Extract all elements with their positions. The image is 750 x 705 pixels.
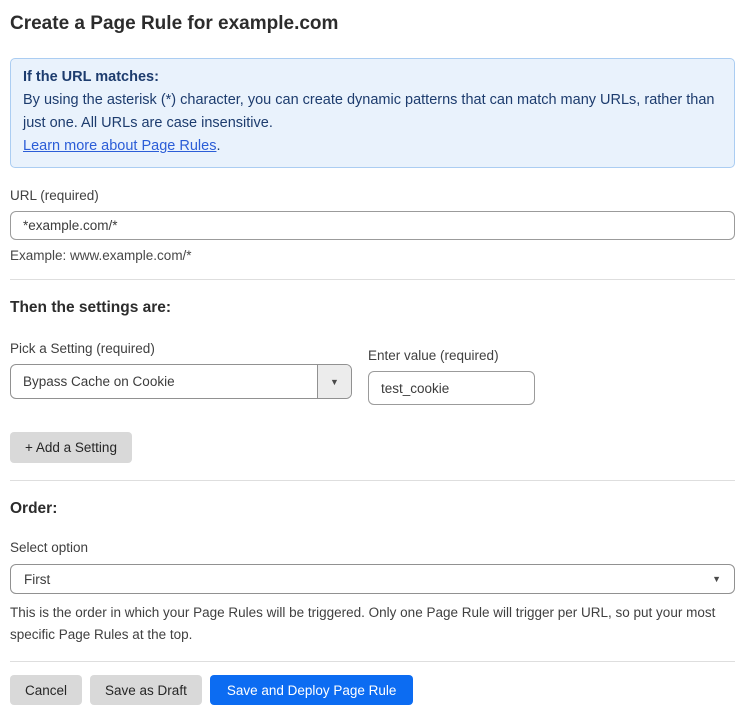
info-box-link-line: Learn more about Page Rules. <box>23 135 722 158</box>
save-and-deploy-button[interactable]: Save and Deploy Page Rule <box>210 675 414 705</box>
chevron-down-icon: ▼ <box>330 377 339 387</box>
setting-value-label: Enter value (required) <box>368 348 535 364</box>
divider <box>10 480 735 481</box>
order-select-label: Select option <box>10 540 735 556</box>
info-box-heading: If the URL matches: <box>23 66 722 89</box>
setting-select-arrow-button[interactable]: ▼ <box>317 365 351 398</box>
setting-value-group: Enter value (required) <box>368 348 535 405</box>
url-input[interactable] <box>10 211 735 240</box>
page-title: Create a Page Rule for example.com <box>10 12 735 36</box>
link-suffix: . <box>216 138 220 154</box>
order-select-value: First <box>24 572 50 587</box>
url-example-helper: Example: www.example.com/* <box>10 248 735 263</box>
chevron-down-icon: ▼ <box>712 574 721 584</box>
setting-select[interactable]: Bypass Cache on Cookie ▼ <box>10 364 352 399</box>
form-actions: Cancel Save as Draft Save and Deploy Pag… <box>10 675 735 705</box>
order-section-heading: Order: <box>10 500 735 518</box>
page-rule-form: Create a Page Rule for example.com If th… <box>0 0 750 705</box>
settings-section-heading: Then the settings are: <box>10 299 735 317</box>
settings-row: Pick a Setting (required) Bypass Cache o… <box>10 341 735 405</box>
order-select[interactable]: First ▼ <box>10 564 735 594</box>
setting-select-value: Bypass Cache on Cookie <box>11 365 317 398</box>
order-help-text: This is the order in which your Page Rul… <box>10 602 735 646</box>
setting-picker-group: Pick a Setting (required) Bypass Cache o… <box>10 341 352 399</box>
divider <box>10 279 735 280</box>
divider <box>10 661 735 662</box>
setting-value-input[interactable] <box>368 371 535 405</box>
add-setting-button[interactable]: + Add a Setting <box>10 432 132 463</box>
learn-more-link[interactable]: Learn more about Page Rules <box>23 138 216 154</box>
setting-picker-label: Pick a Setting (required) <box>10 341 352 357</box>
url-match-info-box: If the URL matches: By using the asteris… <box>10 58 735 168</box>
save-as-draft-button[interactable]: Save as Draft <box>90 675 202 705</box>
cancel-button[interactable]: Cancel <box>10 675 82 705</box>
url-field-label: URL (required) <box>10 188 735 204</box>
info-box-body: By using the asterisk (*) character, you… <box>23 89 722 135</box>
